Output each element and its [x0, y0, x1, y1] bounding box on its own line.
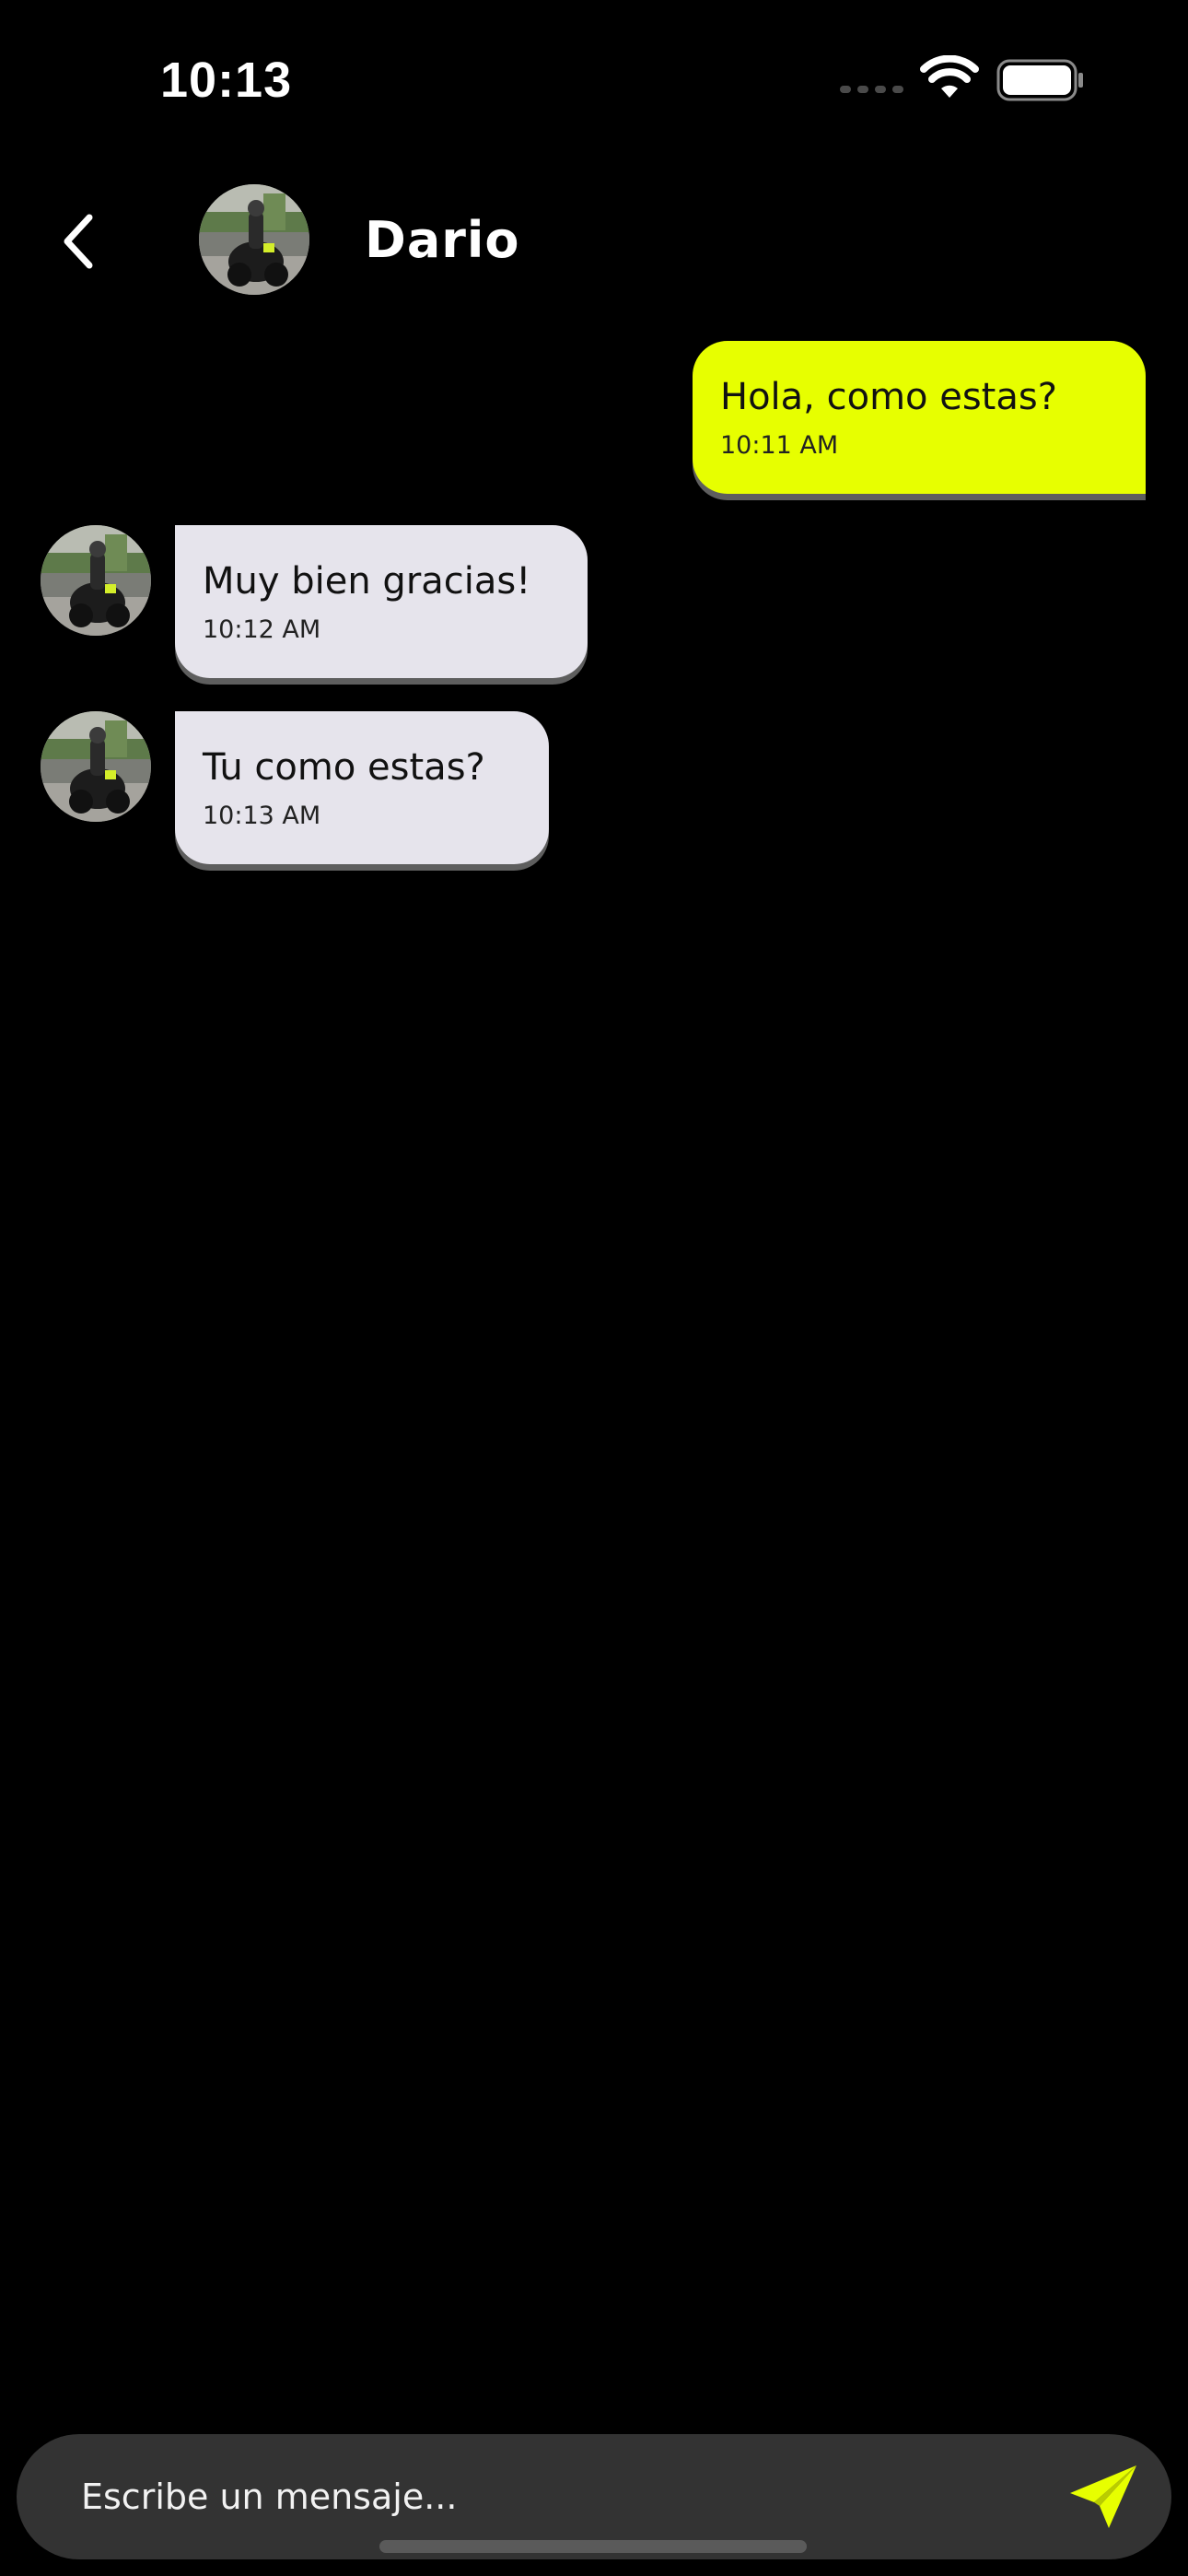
- avatar-image: [41, 525, 151, 636]
- cellular-signal-icon: [840, 86, 903, 93]
- send-button[interactable]: [1066, 2462, 1140, 2532]
- message-bubble-incoming[interactable]: Tu como estas? 10:13 AM: [175, 711, 549, 864]
- contact-name: Dario: [365, 211, 520, 269]
- contact-avatar[interactable]: [199, 184, 309, 295]
- message-time: 10:11 AM: [720, 431, 839, 460]
- wifi-icon: [920, 55, 979, 98]
- battery-icon: [996, 59, 1083, 101]
- message-bubble-incoming[interactable]: Muy bien gracias! 10:12 AM: [175, 525, 588, 678]
- message-input[interactable]: [81, 2460, 1002, 2534]
- message-text: Muy bien gracias!: [203, 560, 531, 603]
- message-time: 10:12 AM: [203, 615, 321, 644]
- sender-avatar[interactable]: [41, 525, 151, 636]
- avatar-image: [199, 184, 309, 295]
- sender-avatar[interactable]: [41, 711, 151, 822]
- message-bubble-outgoing[interactable]: Hola, como estas? 10:11 AM: [693, 341, 1146, 494]
- message-text: Hola, como estas?: [720, 376, 1057, 418]
- status-time: 10:13: [160, 53, 293, 108]
- chevron-left-icon: [64, 214, 93, 269]
- avatar-image: [41, 711, 151, 822]
- back-button[interactable]: [46, 205, 111, 278]
- message-text: Tu como estas?: [203, 746, 485, 789]
- paper-plane-send-icon: [1070, 2465, 1136, 2528]
- home-indicator: [379, 2540, 807, 2553]
- message-time: 10:13 AM: [203, 802, 321, 830]
